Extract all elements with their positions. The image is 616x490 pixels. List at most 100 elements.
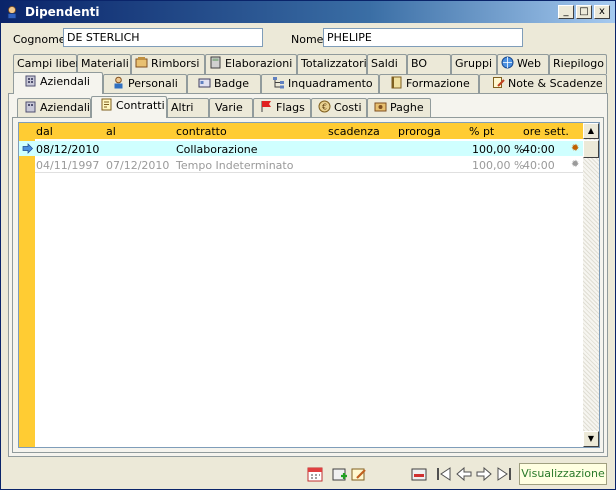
cell-ore-sett: 40:00 — [523, 159, 555, 172]
scroll-down-button[interactable]: ▼ — [583, 431, 599, 447]
book-icon — [391, 76, 402, 89]
euro-icon: € — [318, 100, 331, 113]
tab-web[interactable]: Web — [497, 54, 549, 74]
tab-inquadramento[interactable]: Inquadramento — [261, 74, 379, 94]
gear-icon[interactable]: ✹ — [571, 143, 579, 154]
tab-label: Materiali — [81, 57, 129, 70]
status-mode-indicator: Visualizzazione — [519, 463, 607, 485]
tab-totalizzatori[interactable]: Totalizzatori — [297, 54, 367, 74]
tab-badge[interactable]: Badge — [187, 74, 261, 94]
tab-label: Riepilogo — [553, 57, 605, 70]
add-record-icon[interactable] — [331, 465, 349, 483]
tab-elaborazioni[interactable]: Elaborazioni — [205, 54, 297, 74]
delete-record-icon[interactable] — [410, 465, 428, 483]
close-button[interactable]: x — [594, 5, 610, 19]
tab-campi-liberi[interactable]: Campi liberi — [13, 54, 83, 74]
tab-riepilogo[interactable]: Riepilogo — [549, 54, 607, 74]
tab-label: Gruppi — [455, 57, 493, 70]
minimize-button[interactable]: _ — [558, 5, 574, 19]
subtab-costi[interactable]: € Costi — [311, 98, 367, 118]
tab-label: Personali — [128, 77, 178, 90]
column-header-pt[interactable]: % pt — [469, 125, 494, 138]
subtab-varie[interactable]: Varie — [209, 98, 253, 118]
tab-label: Contratti — [116, 99, 165, 112]
cell-contratto: Collaborazione — [176, 143, 258, 156]
subtab-aziendali[interactable]: Aziendali — [17, 98, 91, 118]
payroll-icon — [374, 102, 387, 112]
cell-dal: 04/11/1997 — [36, 159, 100, 172]
tab-bo[interactable]: BO — [407, 54, 451, 74]
tab-label: Campi liberi — [17, 57, 84, 70]
tab-label: Elaborazioni — [225, 57, 293, 70]
tab-label: Web — [517, 57, 541, 70]
tab-materiali[interactable]: Materiali — [77, 54, 131, 74]
subtab-altri[interactable]: Altri — [167, 98, 209, 118]
table-row[interactable]: 04/11/1997 07/12/2010 Tempo Indeterminat… — [19, 157, 583, 172]
cognome-field[interactable] — [63, 28, 263, 47]
next-record-icon[interactable] — [475, 465, 493, 483]
tab-label: Altri — [171, 101, 194, 114]
vertical-scrollbar[interactable]: ▲ ▼ — [583, 123, 599, 447]
flag-icon — [261, 101, 271, 112]
column-header-dal[interactable]: dal — [36, 125, 53, 138]
tab-label: Paghe — [390, 101, 424, 114]
title-bar[interactable]: Dipendenti _ □ x — [1, 1, 615, 23]
tab-label: Aziendali — [40, 75, 90, 88]
row-marker-column — [19, 139, 35, 447]
column-header-proroga[interactable]: proroga — [398, 125, 441, 138]
current-row-arrow-icon — [22, 143, 33, 154]
tab-note-scadenze[interactable]: Note & Scadenze — [479, 74, 607, 94]
tab-label: Badge — [214, 77, 250, 90]
person-icon — [114, 76, 123, 89]
cell-pt: 100,00 % — [472, 143, 525, 156]
nome-field[interactable] — [323, 28, 523, 47]
dipendenti-window: Dipendenti _ □ x Cognome Nome Campi libe… — [0, 0, 616, 490]
subtab-paghe[interactable]: Paghe — [367, 98, 431, 118]
app-icon — [7, 6, 17, 19]
scroll-thumb[interactable] — [583, 140, 599, 158]
tab-label: Note & Scadenze — [508, 77, 603, 90]
tab-rimborsi[interactable]: Rimborsi — [131, 54, 205, 74]
cell-contratto: Tempo Indeterminato — [176, 159, 294, 172]
calculator-icon — [210, 56, 221, 69]
cell-al: 07/12/2010 — [106, 159, 170, 172]
subtab-flags[interactable]: Flags — [253, 98, 311, 118]
tab-saldi[interactable]: Saldi — [367, 54, 407, 74]
tab-label: Rimborsi — [151, 57, 200, 70]
column-header-ore-sett[interactable]: ore sett. — [523, 125, 569, 138]
contratti-grid[interactable]: dal al contratto scadenza proroga % pt o… — [18, 122, 600, 448]
tab-formazione[interactable]: Formazione — [379, 74, 479, 94]
tab-label: Totalizzatori — [301, 57, 367, 70]
gear-icon[interactable]: ✹ — [571, 159, 579, 170]
edit-record-icon[interactable] — [350, 465, 368, 483]
scroll-up-button[interactable]: ▲ — [583, 123, 599, 139]
tab-label: BO — [411, 57, 428, 70]
window-title: Dipendenti — [25, 5, 100, 19]
table-row[interactable]: 08/12/2010 Collaborazione 100,00 % 40:00… — [19, 141, 583, 156]
money-icon — [135, 57, 148, 68]
grid-header: dal al contratto scadenza proroga % pt o… — [19, 123, 583, 139]
tab-gruppi[interactable]: Gruppi — [451, 54, 497, 74]
subtab-contratti[interactable]: Contratti — [91, 96, 167, 118]
column-header-contratto[interactable]: contratto — [176, 125, 227, 138]
tab-personali[interactable]: Personali — [103, 74, 187, 94]
globe-icon — [501, 56, 514, 69]
tab-aziendali[interactable]: Aziendali — [13, 72, 103, 94]
contract-document-icon — [101, 98, 112, 111]
cell-ore-sett: 40:00 — [523, 143, 555, 156]
previous-record-icon[interactable] — [455, 465, 473, 483]
calendar-icon[interactable] — [306, 465, 324, 483]
tab-label: Aziendali — [40, 101, 90, 114]
column-header-al[interactable]: al — [106, 125, 116, 138]
cell-pt: 100,00 % — [472, 159, 525, 172]
svg-text:€: € — [322, 103, 327, 112]
bottom-toolbar: Visualizzazione — [1, 459, 615, 489]
last-record-icon[interactable] — [495, 465, 513, 483]
tab-label: Formazione — [406, 77, 470, 90]
building-icon — [25, 75, 36, 87]
first-record-icon[interactable] — [435, 465, 453, 483]
column-header-scadenza[interactable]: scadenza — [328, 125, 380, 138]
tab-label: Varie — [215, 101, 243, 114]
badge-card-icon — [198, 78, 211, 88]
maximize-button[interactable]: □ — [576, 5, 592, 19]
